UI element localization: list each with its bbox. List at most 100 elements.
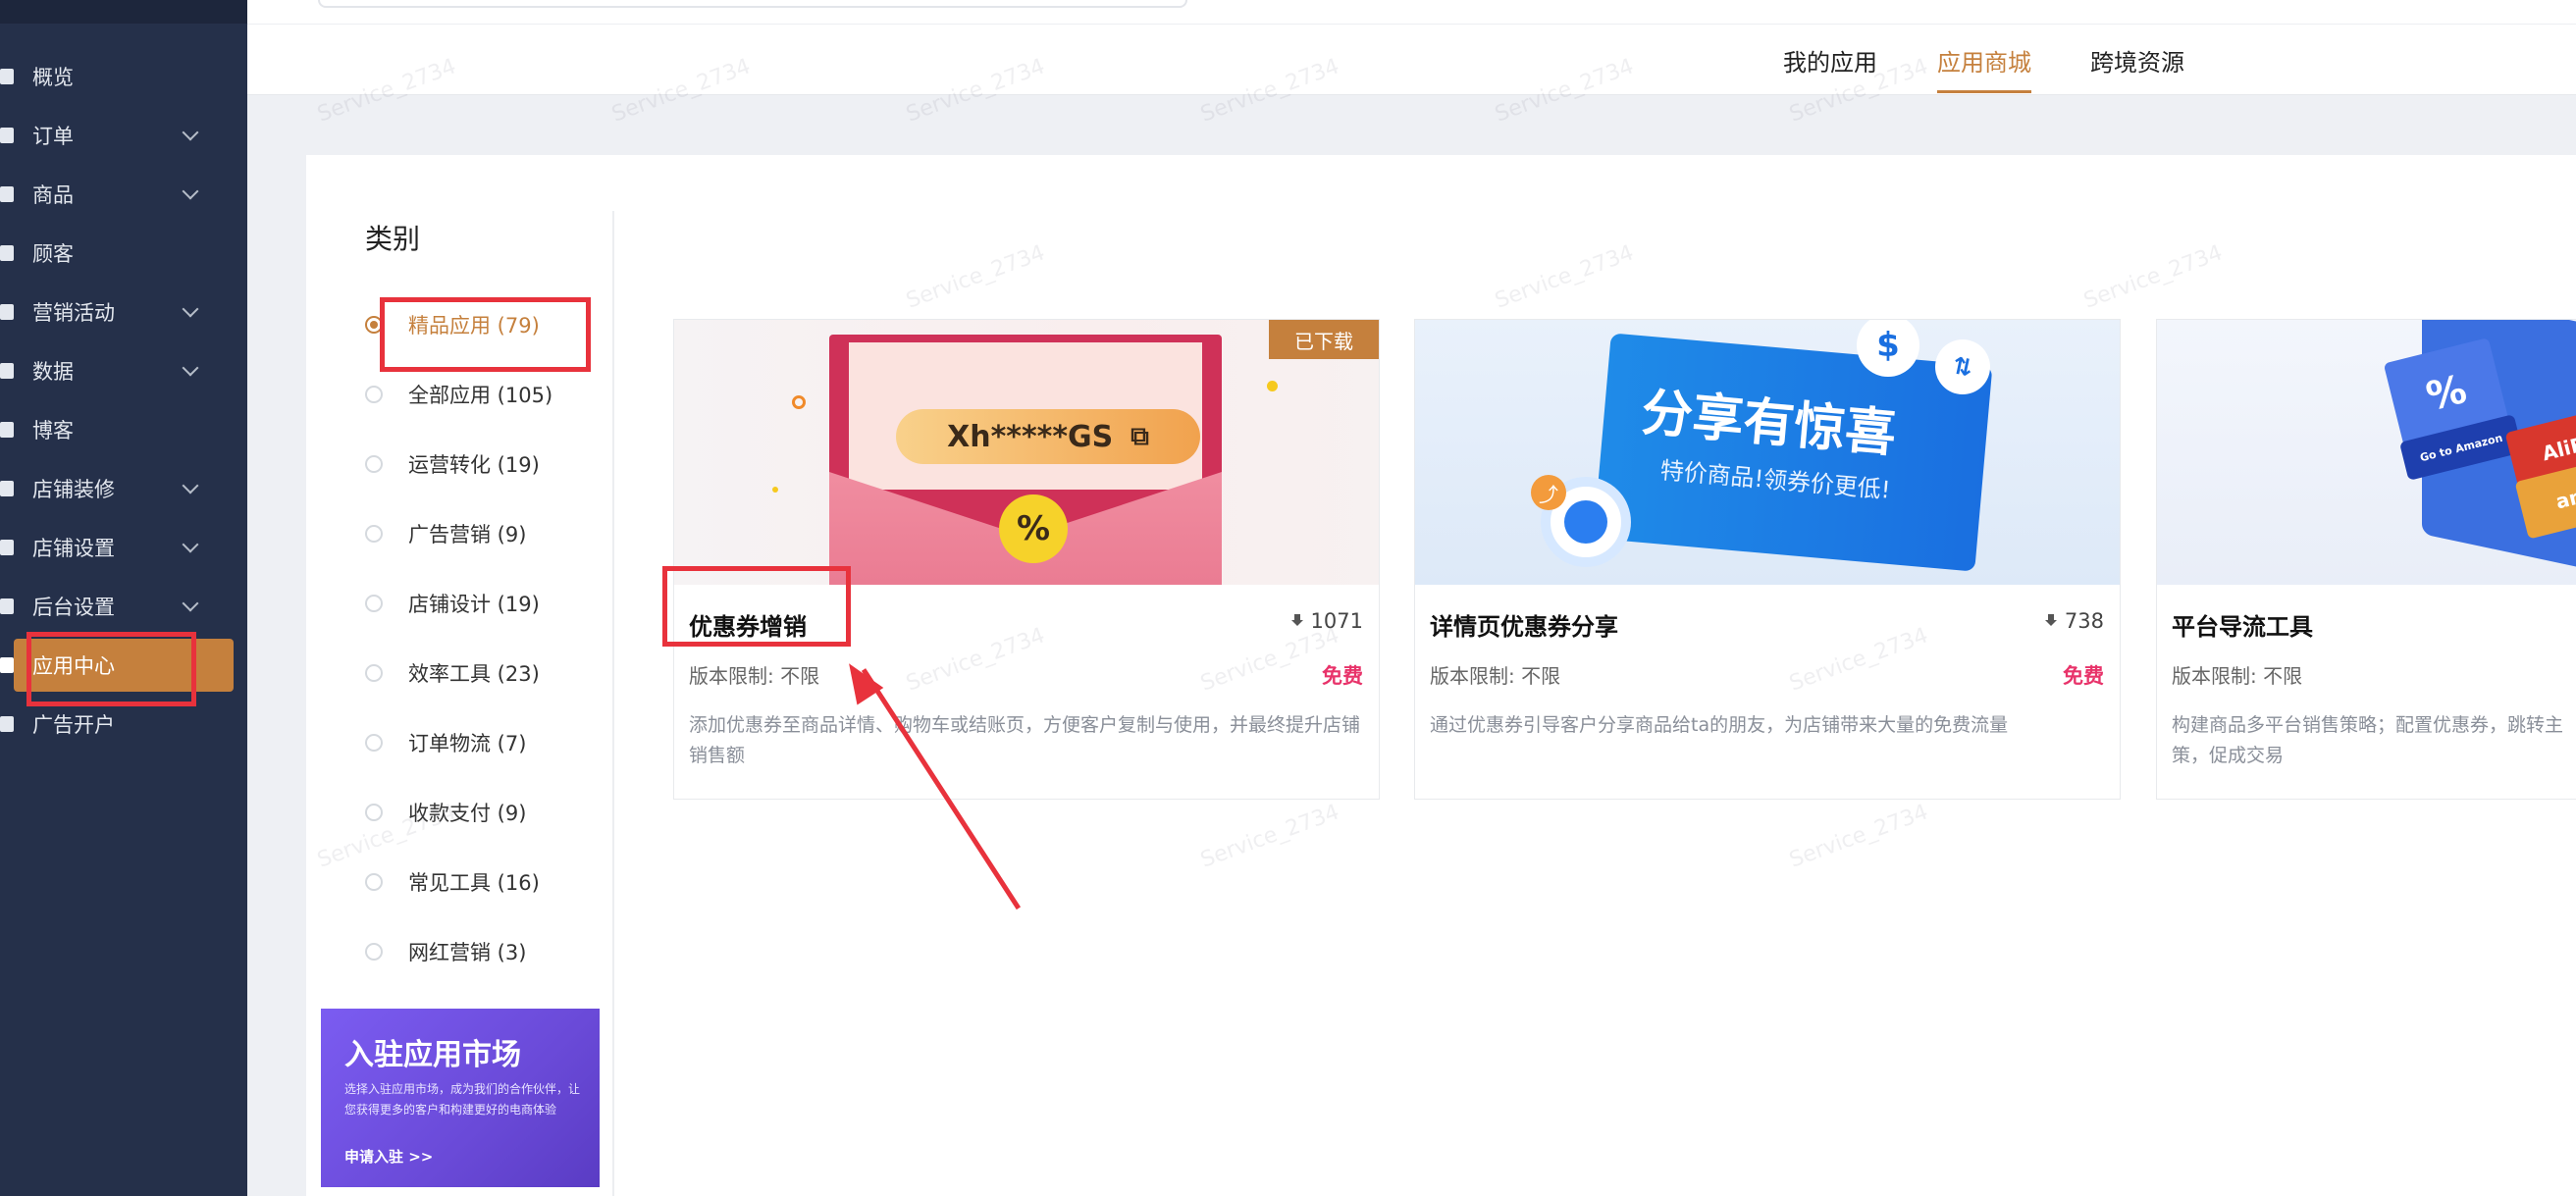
app-description: 添加优惠券至商品详情、购物车或结账页，方便客户复制与使用，并最终提升店铺销售额 bbox=[689, 714, 1361, 766]
category-divider bbox=[612, 211, 614, 1196]
decoration-dot bbox=[772, 487, 778, 493]
sidebar: 概览 订单 商品 顾客 营销活动 数据 博客 店铺装修 店铺设置 后台设置 应用… bbox=[0, 0, 247, 1196]
sidebar-item-store-decoration[interactable]: 店铺装修 bbox=[0, 462, 247, 515]
app-title[interactable]: 详情页优惠券分享 bbox=[1430, 607, 1618, 642]
category-label: 广告营销 (9) bbox=[408, 523, 527, 546]
sidebar-item-label: 店铺装修 bbox=[32, 478, 115, 501]
radio-icon[interactable] bbox=[365, 804, 383, 821]
sidebar-item-orders[interactable]: 订单 bbox=[0, 109, 247, 162]
user-icon bbox=[1564, 500, 1607, 544]
chevron-down-icon bbox=[182, 124, 199, 141]
app-card[interactable]: Xh*****GS ⧉ % 已下载 优惠券增销 1071 版本限制: 不限 免费 … bbox=[673, 319, 1380, 800]
category-label: 网红营销 (3) bbox=[408, 941, 527, 964]
downloaded-badge: 已下载 bbox=[1269, 320, 1379, 359]
tab-cross-border-resources[interactable]: 跨境资源 bbox=[2090, 43, 2184, 78]
app-card[interactable]: 分享有惊喜 特价商品!领券价更低! $ ⇅ ⤴ 详情页优惠券分享 738 版本限… bbox=[1414, 319, 2121, 800]
app-description: 通过优惠券引导客户分享商品给ta的朋友，为店铺带来大量的免费流量 bbox=[1430, 714, 2009, 736]
price-label: 免费 bbox=[2063, 664, 2104, 688]
promo-banner[interactable]: 入驻应用市场 选择入驻应用市场，成为我们的合作伙伴，让您获得更多的客户和构建更好… bbox=[321, 1009, 600, 1187]
ads-icon bbox=[0, 716, 14, 732]
sidebar-item-label: 营销活动 bbox=[32, 301, 115, 325]
decorate-icon bbox=[0, 481, 14, 496]
marketing-icon bbox=[0, 304, 14, 320]
category-item[interactable]: 订单物流 (7) bbox=[365, 726, 526, 759]
coupon-ticket: Xh*****GS ⧉ bbox=[849, 342, 1202, 490]
app-title[interactable]: 平台导流工具 bbox=[2172, 607, 2313, 642]
store-settings-icon bbox=[0, 540, 14, 555]
category-item[interactable]: 收款支付 (9) bbox=[365, 796, 526, 829]
search-input[interactable] bbox=[318, 0, 1187, 8]
download-icon bbox=[1290, 614, 1303, 628]
share-icon: ⤴ bbox=[1531, 475, 1566, 510]
promo-title: 入驻应用市场 bbox=[344, 1038, 521, 1072]
radio-icon[interactable] bbox=[365, 595, 383, 612]
sidebar-item-blog[interactable]: 博客 bbox=[0, 403, 247, 456]
app-center-icon bbox=[0, 657, 14, 673]
header-divider bbox=[247, 24, 2576, 25]
tab-my-apps[interactable]: 我的应用 bbox=[1783, 43, 1877, 78]
sidebar-item-label: 店铺设置 bbox=[32, 537, 115, 560]
download-number: 1071 bbox=[1310, 609, 1363, 633]
category-item[interactable]: 店铺设计 (19) bbox=[365, 587, 540, 620]
sidebar-item-label: 数据 bbox=[32, 360, 74, 384]
copy-icon: ⧉ bbox=[1130, 421, 1149, 451]
sidebar-item-products[interactable]: 商品 bbox=[0, 168, 247, 221]
radio-icon[interactable] bbox=[365, 664, 383, 682]
radio-icon[interactable] bbox=[365, 525, 383, 543]
admin-settings-icon bbox=[0, 598, 14, 614]
download-count: 738 bbox=[2044, 609, 2104, 633]
category-label: 效率工具 (23) bbox=[408, 662, 540, 686]
download-number: 738 bbox=[2064, 609, 2104, 633]
radio-icon[interactable] bbox=[365, 873, 383, 891]
category-label: 常见工具 (16) bbox=[408, 871, 540, 895]
chevron-down-icon bbox=[182, 477, 199, 494]
category-item[interactable]: 效率工具 (23) bbox=[365, 656, 540, 690]
category-label: 店铺设计 (19) bbox=[408, 593, 540, 616]
sidebar-item-admin-settings[interactable]: 后台设置 bbox=[0, 580, 247, 633]
annotation-box-app-center bbox=[26, 632, 196, 706]
sidebar-item-overview[interactable]: 概览 bbox=[0, 50, 247, 103]
category-item[interactable]: 常见工具 (16) bbox=[365, 865, 540, 899]
app-card[interactable]: % Go to Amazon AliEx ama 平台导流工具 版本限制: 不限… bbox=[2156, 319, 2576, 800]
category-label: 全部应用 (105) bbox=[408, 384, 553, 407]
category-item[interactable]: 网红营销 (3) bbox=[365, 935, 526, 968]
sidebar-item-label: 商品 bbox=[32, 183, 74, 207]
version-limit: 版本限制: 不限 bbox=[2172, 664, 2303, 688]
coupon-code: Xh*****GS bbox=[947, 419, 1114, 454]
category-item[interactable]: 全部应用 (105) bbox=[365, 378, 552, 411]
sidebar-item-data[interactable]: 数据 bbox=[0, 344, 247, 397]
radio-icon[interactable] bbox=[365, 455, 383, 473]
chevron-down-icon bbox=[182, 182, 199, 200]
sidebar-item-label: 后台设置 bbox=[32, 596, 115, 619]
category-item[interactable]: 运营转化 (19) bbox=[365, 447, 540, 481]
share-coupon-illustration: 分享有惊喜 特价商品!领券价更低! bbox=[1593, 333, 1993, 572]
sidebar-item-label: 博客 bbox=[32, 419, 74, 442]
radio-icon[interactable] bbox=[365, 734, 383, 752]
chevron-down-icon bbox=[182, 536, 199, 553]
category-label: 订单物流 (7) bbox=[408, 732, 527, 755]
annotation-box-category bbox=[380, 297, 591, 372]
category-item[interactable]: 广告营销 (9) bbox=[365, 517, 526, 550]
app-card-image: 分享有惊喜 特价商品!领券价更低! $ ⇅ ⤴ bbox=[1415, 320, 2120, 585]
annotation-box-app-title bbox=[662, 566, 851, 647]
download-count: 1071 bbox=[1290, 609, 1363, 633]
version-limit: 版本限制: 不限 bbox=[1430, 664, 1561, 688]
radio-icon[interactable] bbox=[365, 943, 383, 961]
decoration-dot bbox=[792, 395, 806, 409]
app-card-image: Xh*****GS ⧉ % 已下载 bbox=[674, 320, 1379, 585]
promo-apply-link[interactable]: 申请入驻 >> bbox=[344, 1146, 433, 1167]
sidebar-item-customers[interactable]: 顾客 bbox=[0, 227, 247, 280]
category-label: 收款支付 (9) bbox=[408, 802, 527, 825]
sidebar-item-marketing[interactable]: 营销活动 bbox=[0, 286, 247, 338]
radio-icon[interactable] bbox=[365, 386, 383, 403]
chevron-down-icon bbox=[182, 359, 199, 377]
decoration-dot bbox=[1267, 381, 1278, 391]
coupon-code-pill: Xh*****GS ⧉ bbox=[896, 409, 1200, 464]
category-title: 类别 bbox=[365, 223, 421, 255]
download-icon bbox=[2044, 614, 2057, 628]
tab-app-store[interactable]: 应用商城 bbox=[1937, 43, 2031, 93]
sidebar-item-store-settings[interactable]: 店铺设置 bbox=[0, 521, 247, 574]
top-header: 我的应用 应用商城 跨境资源 bbox=[247, 0, 2576, 95]
price-label: 免费 bbox=[1322, 664, 1363, 688]
category-label: 运营转化 (19) bbox=[408, 453, 540, 477]
